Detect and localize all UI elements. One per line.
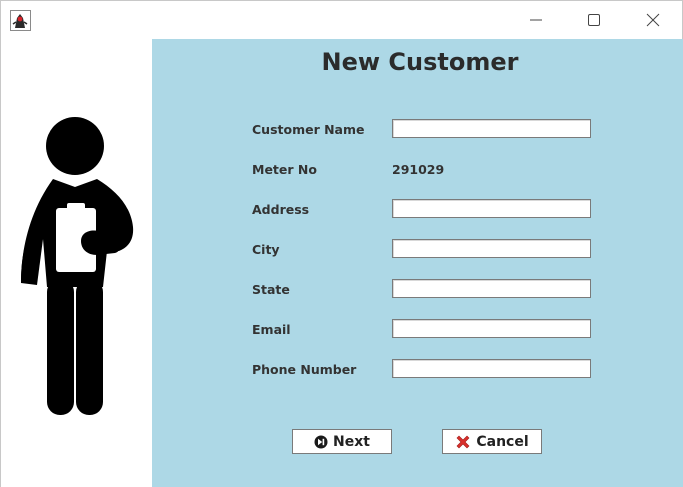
email-input[interactable] [392, 319, 591, 338]
maximize-button[interactable] [571, 1, 617, 39]
city-input[interactable] [392, 239, 591, 258]
java-duke-icon [10, 10, 31, 31]
minimize-icon [530, 19, 542, 21]
phone-number-input[interactable] [392, 359, 591, 378]
address-input[interactable] [392, 199, 591, 218]
city-label: City [252, 242, 280, 257]
title-bar[interactable] [1, 1, 682, 39]
state-input[interactable] [392, 279, 591, 298]
state-label: State [252, 282, 290, 297]
customer-form-panel: New Customer Customer Name Meter No 2910… [152, 39, 683, 487]
meter-no-value: 291029 [392, 162, 445, 177]
cancel-x-icon [456, 435, 470, 448]
close-icon [646, 13, 660, 27]
illustration-panel [1, 39, 152, 487]
address-label: Address [252, 202, 310, 217]
phone-number-label: Phone Number [252, 362, 357, 377]
customer-name-label: Customer Name [252, 122, 365, 137]
application-window: New Customer Customer Name Meter No 2910… [0, 0, 683, 487]
cancel-button-label: Cancel [476, 433, 529, 450]
customer-name-input[interactable] [392, 119, 591, 138]
email-label: Email [252, 322, 291, 337]
next-button-label: Next [333, 433, 370, 450]
maximize-icon [588, 14, 600, 26]
next-button[interactable]: Next [292, 429, 392, 454]
cancel-button[interactable]: Cancel [442, 429, 542, 454]
minimize-button[interactable] [513, 1, 559, 39]
person-with-clipboard-icon [21, 117, 134, 415]
close-button[interactable] [630, 1, 676, 39]
meter-no-label: Meter No [252, 162, 317, 177]
next-icon [314, 435, 328, 448]
page-title: New Customer [321, 48, 519, 76]
